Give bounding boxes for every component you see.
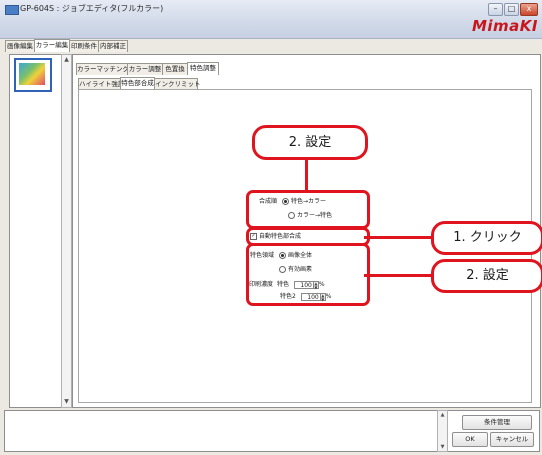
- scroll-down-arrow-icon[interactable]: ▼: [439, 444, 446, 450]
- callout-connector-set: [364, 274, 434, 277]
- ok-button[interactable]: OK: [452, 432, 488, 447]
- condition-manage-button[interactable]: 条件管理: [462, 415, 532, 430]
- cancel-button[interactable]: キャンセル: [490, 432, 534, 447]
- app-icon: [5, 5, 19, 15]
- title-bar: GP-604S : ジョブエディタ(フルカラー) – □ x MimaKI: [0, 0, 542, 39]
- thumbnail-image: [19, 63, 45, 85]
- brand-logo: MimaKI: [471, 17, 538, 35]
- tab-color-matching[interactable]: カラーマッチング: [76, 63, 129, 75]
- tab-internal-correction[interactable]: 内部補正: [98, 40, 128, 52]
- tab-special-color-adjust[interactable]: 特色調整: [187, 62, 219, 75]
- highlight-special-area: [246, 243, 370, 306]
- scroll-up-arrow-icon[interactable]: ▲: [63, 56, 70, 64]
- window-title: GP-604S : ジョブエディタ(フルカラー): [20, 4, 164, 13]
- callout-connector-click: [364, 236, 434, 239]
- tab-print-conditions[interactable]: 印刷条件: [69, 40, 99, 52]
- thumbnail-scrollbar[interactable]: ▲ ▼: [61, 54, 72, 408]
- scroll-down-arrow-icon[interactable]: ▼: [63, 398, 70, 406]
- application-window: GP-604S : ジョブエディタ(フルカラー) – □ x MimaKI 画像…: [0, 0, 542, 455]
- callout-set-right: 2. 設定: [431, 259, 542, 293]
- maximize-button[interactable]: □: [504, 3, 519, 16]
- scroll-up-arrow-icon[interactable]: ▲: [439, 412, 446, 418]
- callout-click: 1. クリック: [431, 221, 542, 255]
- close-button[interactable]: x: [520, 3, 538, 16]
- minimize-button[interactable]: –: [488, 3, 503, 16]
- callout-set-top: 2. 設定: [252, 125, 368, 160]
- message-scrollbar[interactable]: ▲ ▼: [437, 410, 448, 452]
- tab-image-edit[interactable]: 画像編集: [5, 40, 35, 52]
- highlight-composite-order: [246, 190, 370, 229]
- job-thumbnail[interactable]: [14, 58, 52, 92]
- tab-color-adjust[interactable]: カラー調整: [127, 63, 163, 75]
- callout-connector-top: [305, 156, 308, 192]
- tab-color-edit[interactable]: カラー編集: [34, 39, 70, 52]
- tab-color-replace[interactable]: 色置換: [162, 63, 188, 75]
